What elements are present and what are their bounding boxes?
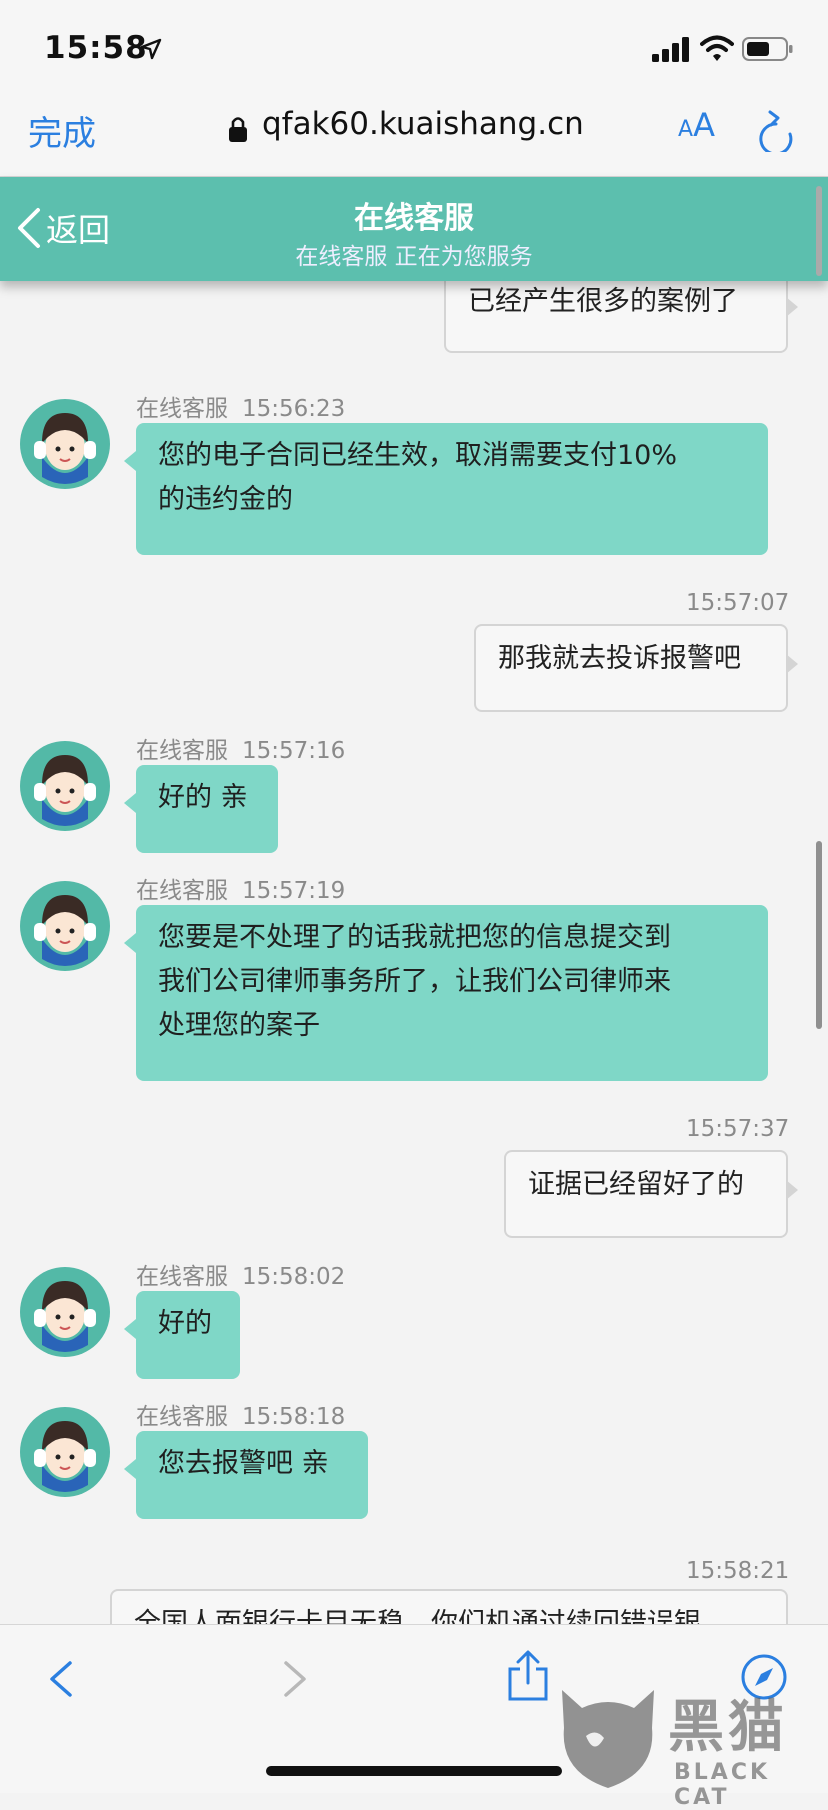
chat-subtitle: 在线客服 正在为您服务: [295, 244, 533, 270]
chat-message-list[interactable]: 已经产生很多的案例了 在线客服 15:56:23 您的电子合同已经生效，取消需要支…: [0, 281, 828, 1624]
forward-arrow-icon[interactable]: [280, 1659, 310, 1699]
watermark: 黑猫 BLACK CAT: [556, 1676, 828, 1810]
user-message-time: 15:58:21: [686, 1558, 790, 1584]
lock-icon: [229, 117, 247, 142]
message-time: 15:56:23: [242, 396, 346, 422]
share-icon[interactable]: [506, 1649, 550, 1703]
customer-service-avatar: [20, 1407, 110, 1497]
message-text: 您去报警吧 亲: [158, 1448, 329, 1479]
message-time: 15:58:02: [242, 1264, 346, 1290]
browser-address-bar: 完成 qfak60.kuaishang.cn AA: [0, 96, 828, 177]
customer-service-avatar: [20, 881, 110, 971]
wifi-icon: [700, 35, 734, 61]
black-cat-logo: [562, 1690, 654, 1788]
agent-message-bubble: 好的: [124, 1291, 240, 1379]
home-indicator[interactable]: [266, 1766, 562, 1776]
message-time: 15:57:16: [242, 738, 346, 764]
text-size-small-a: A: [678, 117, 694, 142]
customer-service-avatar: [20, 1267, 110, 1357]
agent-message-meta: 在线客服 15:58:18: [136, 1397, 345, 1431]
location-arrow-icon: [140, 38, 162, 60]
done-button[interactable]: 完成: [28, 106, 96, 155]
user-message-time: 15:57:07: [686, 590, 790, 616]
agent-name: 在线客服: [136, 878, 228, 904]
watermark-text: 黑猫: [668, 1695, 788, 1760]
agent-name: 在线客服: [136, 738, 228, 764]
reload-icon[interactable]: [756, 108, 796, 152]
signal-icon: [652, 37, 689, 62]
url-text[interactable]: qfak60.kuaishang.cn: [262, 106, 584, 142]
agent-name: 在线客服: [136, 1264, 228, 1290]
scrollbar-thumb[interactable]: [816, 841, 822, 1029]
message-time: 15:57:19: [242, 878, 346, 904]
agent-message-bubble: 您的电子合同已经生效，取消需要支付10% 的违约金的: [124, 423, 768, 555]
user-message-time: 15:57:37: [686, 1116, 790, 1142]
message-line: 处理您的案子: [158, 1010, 320, 1041]
watermark-subtext: BLACK CAT: [674, 1760, 771, 1810]
message-line: 的违约金的: [158, 484, 293, 515]
agent-message-meta: 在线客服 15:56:23: [136, 389, 345, 423]
message-line: 您的电子合同已经生效，取消需要支付10%: [158, 440, 678, 471]
text-size-button[interactable]: AA: [678, 106, 715, 144]
agent-name: 在线客服: [136, 1404, 228, 1430]
agent-message-bubble: 好的 亲: [124, 765, 278, 853]
user-message-bubble: 那我就去投诉报警吧: [474, 624, 798, 712]
message-text: 全国人面银行卡目无稳，你们机通过续回错误银: [134, 1608, 701, 1624]
customer-service-avatar: [20, 399, 110, 489]
message-line: 您要是不处理了的话我就把您的信息提交到: [158, 922, 671, 953]
message-text: 已经产生很多的案例了: [468, 286, 738, 317]
message-text: 证据已经留好了的: [528, 1169, 744, 1200]
battery-icon: [742, 37, 793, 61]
message-time: 15:58:18: [242, 1404, 346, 1430]
page-scrollbar[interactable]: [816, 186, 822, 276]
agent-message-meta: 在线客服 15:57:19: [136, 871, 345, 905]
agent-message-meta: 在线客服 15:57:16: [136, 731, 345, 765]
user-message-bubble: 已经产生很多的案例了: [444, 281, 798, 353]
message-line: 我们公司律师事务所了，让我们公司律师来: [158, 966, 671, 997]
message-text: 好的 亲: [158, 782, 248, 813]
agent-message-bubble: 您去报警吧 亲: [124, 1431, 368, 1519]
back-arrow-icon[interactable]: [46, 1659, 76, 1699]
status-bar: 15:58: [0, 0, 828, 96]
customer-service-avatar: [20, 741, 110, 831]
message-text: 那我就去投诉报警吧: [498, 643, 741, 674]
chat-header: 返回 在线客服 在线客服 正在为您服务: [0, 177, 828, 281]
agent-message-meta: 在线客服 15:58:02: [136, 1257, 345, 1291]
user-message-bubble: 全国人面银行卡目无稳，你们机通过续回错误银: [110, 1589, 788, 1624]
message-text: 好的: [158, 1308, 212, 1339]
text-size-large-a: A: [693, 106, 715, 144]
user-message-bubble: 证据已经留好了的: [504, 1150, 798, 1238]
agent-name: 在线客服: [136, 396, 228, 422]
status-time: 15:58: [44, 30, 148, 66]
chat-title: 在线客服: [354, 201, 474, 236]
agent-message-bubble: 您要是不处理了的话我就把您的信息提交到 我们公司律师事务所了，让我们公司律师来 …: [124, 905, 768, 1081]
